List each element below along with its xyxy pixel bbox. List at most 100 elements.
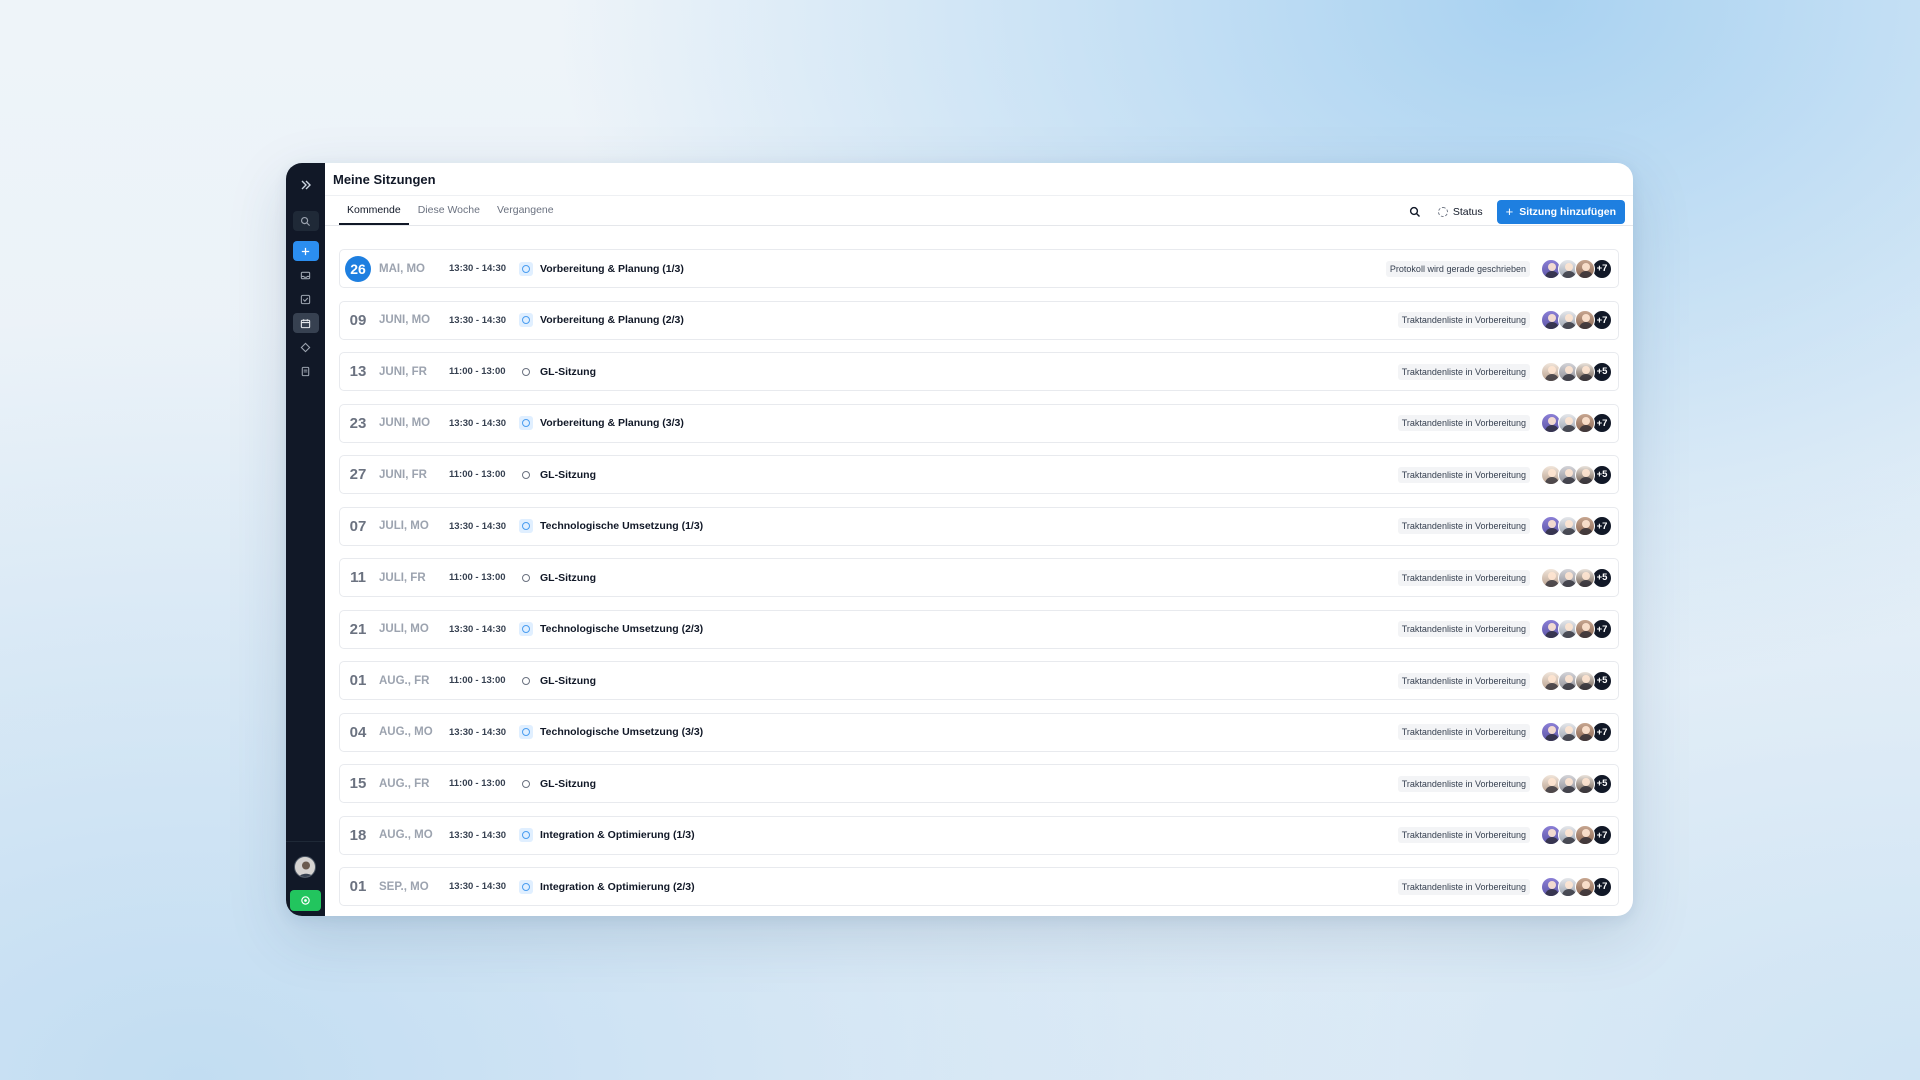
meeting-title[interactable]: Integration & Optimierung (2/3) (540, 881, 695, 893)
meeting-time: 11:00 - 13:00 (449, 572, 506, 583)
meeting-status-badge: Traktandenliste in Vorbereitung (1397, 724, 1530, 740)
participant-avatars[interactable]: +7 (1541, 310, 1612, 330)
toolbar: Status + Sitzung hinzufügen (1408, 199, 1625, 224)
checklist-icon[interactable] (293, 289, 319, 309)
meeting-month-weekday: JUNI, MO (379, 314, 431, 326)
participant-avatars[interactable]: +5 (1541, 773, 1612, 794)
meeting-status-badge: Traktandenliste in Vorbereitung (1397, 518, 1530, 534)
meeting-title[interactable]: Technologische Umsetzung (2/3) (540, 623, 703, 635)
more-participants-count: +7 (1592, 825, 1612, 845)
search-icon[interactable] (292, 211, 319, 231)
meeting-title[interactable]: Vorbereitung & Planung (2/3) (540, 314, 684, 326)
meeting-status-badge: Traktandenliste in Vorbereitung (1397, 621, 1530, 637)
user-avatar[interactable] (294, 856, 316, 878)
expand-icon[interactable] (294, 173, 318, 197)
participant-avatars[interactable]: +5 (1541, 464, 1612, 485)
meeting-month-weekday: JUNI, FR (379, 365, 427, 378)
meeting-row[interactable]: 01 SEP., MO 13:30 - 14:30 Integration & Opt… (339, 867, 1619, 906)
meeting-time: 13:30 - 14:30 (449, 417, 507, 429)
meeting-row[interactable]: 07 JULI, MO 13:30 - 14:30 Technologische Um… (339, 506, 1619, 546)
participant-avatar (1575, 825, 1595, 845)
meeting-status-badge: Traktandenliste in Vorbereitung (1397, 827, 1530, 843)
tab-diese-woche[interactable]: Diese Woche (410, 204, 488, 225)
icon-rail (286, 163, 325, 916)
more-participants-count: +7 (1592, 413, 1612, 433)
meeting-month-weekday: JULI, MO (379, 520, 429, 532)
meeting-title[interactable]: GL-Sitzung (540, 366, 596, 378)
app-window: Meine Sitzungen Kommende Diese Woche Ver… (286, 163, 1633, 916)
meeting-row[interactable]: 18 AUG., MO 13:30 - 14:30 Integration & Opt… (339, 815, 1619, 855)
participant-avatars[interactable]: +7 (1541, 876, 1612, 897)
participant-avatars[interactable]: +7 (1541, 619, 1612, 639)
meeting-title[interactable]: GL-Sitzung (540, 572, 596, 584)
meeting-day: 15 (349, 775, 367, 792)
participant-avatars[interactable]: +7 (1541, 258, 1612, 279)
meeting-row[interactable]: 11 JULI, FR 11:00 - 13:00 GL-Sitzung Traktan… (339, 558, 1619, 597)
meeting-title[interactable]: Vorbereitung & Planung (1/3) (540, 263, 684, 275)
plus-icon[interactable] (292, 241, 319, 261)
meeting-row[interactable]: 09 JUNI, MO 13:30 - 14:30 Vorbereitung & Pl… (339, 300, 1619, 340)
meeting-month-weekday: JULI, MO (379, 623, 429, 635)
participant-avatars[interactable]: +7 (1541, 825, 1612, 845)
add-meeting-button[interactable]: + Sitzung hinzufügen (1496, 199, 1625, 224)
meeting-day: 09 (349, 311, 367, 329)
participant-avatars[interactable]: +7 (1541, 413, 1612, 433)
more-participants-count: +5 (1592, 670, 1612, 691)
participant-avatars[interactable]: +7 (1541, 516, 1612, 536)
status-circle-icon (1437, 206, 1448, 217)
meeting-list: 26 MAI, MO 13:30 - 14:30 Vorbereitung & Pla… (339, 249, 1619, 916)
meeting-time: 11:00 - 13:00 (449, 366, 506, 377)
meeting-title[interactable]: GL-Sitzung (540, 675, 596, 687)
meeting-title[interactable]: Technologische Umsetzung (1/3) (540, 520, 703, 532)
meeting-row[interactable]: 21 JULI, MO 13:30 - 14:30 Technologische Um… (339, 609, 1619, 649)
meeting-status-icon (519, 777, 533, 791)
meeting-row[interactable]: 15 AUG., FR 11:00 - 13:00 GL-Sitzung Traktan… (339, 764, 1619, 803)
app-switcher-icon[interactable] (290, 890, 321, 911)
meeting-day: 27 (349, 466, 367, 483)
document-icon[interactable] (293, 361, 319, 381)
meeting-row[interactable]: 27 JUNI, FR 11:00 - 13:00 GL-Sitzung Traktan… (339, 455, 1619, 494)
participant-avatars[interactable]: +5 (1541, 670, 1612, 691)
participant-avatars[interactable]: +7 (1541, 722, 1612, 742)
meeting-title[interactable]: GL-Sitzung (540, 469, 596, 481)
meeting-status-badge: Traktandenliste in Vorbereitung (1397, 878, 1530, 895)
inbox-icon[interactable] (293, 265, 319, 285)
meeting-time: 13:30 - 14:30 (449, 726, 507, 738)
tab-kommende[interactable]: Kommende (339, 204, 409, 225)
meeting-time: 11:00 - 13:00 (449, 675, 506, 686)
meeting-row[interactable]: 23 JUNI, MO 13:30 - 14:30 Vorbereitung & Pl… (339, 403, 1619, 443)
meeting-row[interactable]: 26 MAI, MO 13:30 - 14:30 Vorbereitung & Pla… (339, 249, 1619, 288)
meeting-status-icon (519, 571, 533, 585)
status-filter-button[interactable]: Status (1437, 206, 1483, 218)
meeting-status-icon (519, 622, 533, 636)
meeting-title[interactable]: Vorbereitung & Planung (3/3) (540, 417, 684, 429)
participant-avatar (1575, 464, 1595, 485)
meeting-row[interactable]: 13 JUNI, FR 11:00 - 13:00 GL-Sitzung Traktan… (339, 352, 1619, 391)
more-participants-count: +5 (1592, 773, 1612, 794)
more-participants-count: +7 (1592, 516, 1612, 536)
meeting-month-weekday: JUNI, MO (379, 417, 431, 429)
participant-avatars[interactable]: +5 (1541, 567, 1612, 588)
meeting-day: 18 (349, 826, 367, 844)
meeting-title[interactable]: Technologische Umsetzung (3/3) (540, 726, 703, 738)
meeting-row[interactable]: 04 AUG., MO 13:30 - 14:30 Technologische Um… (339, 712, 1619, 752)
meeting-time: 13:30 - 14:30 (449, 881, 507, 892)
main-panel: Meine Sitzungen Kommende Diese Woche Ver… (325, 163, 1633, 916)
more-participants-count: +7 (1592, 310, 1612, 330)
tag-icon[interactable] (293, 337, 319, 357)
more-participants-count: +5 (1592, 361, 1612, 382)
meeting-month-weekday: AUG., MO (379, 829, 433, 841)
tab-vergangene[interactable]: Vergangene (489, 204, 562, 225)
participant-avatars[interactable]: +5 (1541, 361, 1612, 382)
more-participants-count: +5 (1592, 567, 1612, 588)
more-participants-count: +7 (1592, 258, 1612, 279)
search-icon[interactable] (1408, 205, 1422, 219)
meeting-title[interactable]: GL-Sitzung (540, 778, 596, 790)
meeting-row[interactable]: 01 AUG., FR 11:00 - 13:00 GL-Sitzung Traktan… (339, 661, 1619, 700)
calendar-icon[interactable] (292, 313, 319, 333)
meeting-time: 13:30 - 14:30 (449, 623, 507, 635)
meeting-status-icon (519, 261, 533, 276)
participant-avatar (1575, 773, 1595, 794)
meeting-title[interactable]: Integration & Optimierung (1/3) (540, 829, 695, 841)
meeting-status-badge: Traktandenliste in Vorbereitung (1397, 312, 1530, 328)
